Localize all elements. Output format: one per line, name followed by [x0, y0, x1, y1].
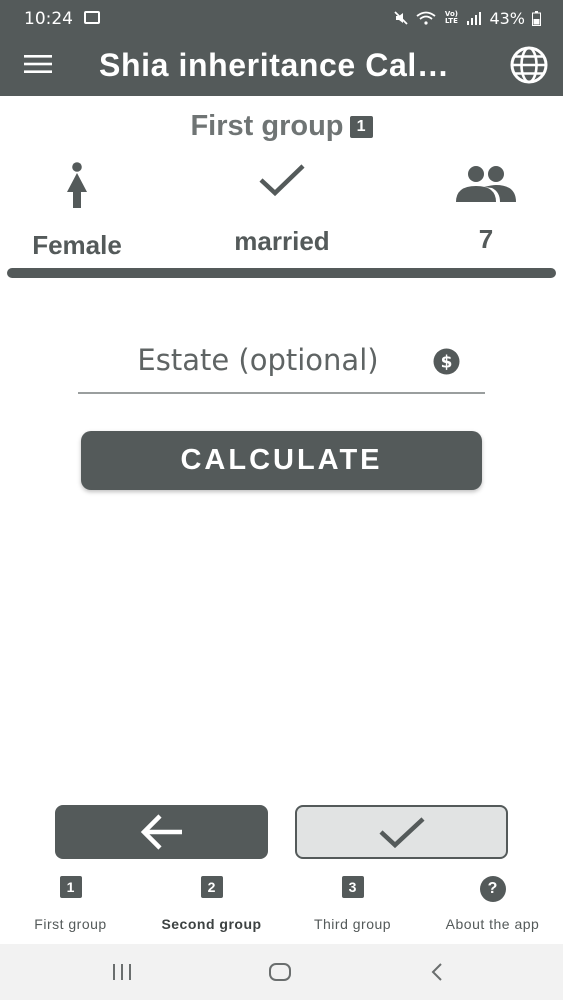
estate-input[interactable]: [78, 330, 438, 390]
check-icon: [378, 817, 425, 849]
estate-field[interactable]: $: [78, 330, 485, 394]
group-header: First group 1: [0, 110, 563, 143]
check-icon: [259, 164, 305, 197]
first-group-icon: 1: [59, 876, 82, 898]
nav-item-second-group[interactable]: 2 Second group: [141, 876, 282, 932]
nav-item-about[interactable]: ? About the app: [422, 876, 563, 932]
bottom-nav: 1 First group 2 Second group 3 Third gro…: [0, 866, 563, 944]
battery-icon: [532, 10, 541, 26]
wifi-icon: [416, 11, 436, 25]
nav-item-first-group[interactable]: 1 First group: [0, 876, 141, 932]
divider: [7, 268, 556, 278]
summary-gender[interactable]: Female: [2, 160, 152, 261]
status-bar: 10:24 Vo) LTE 43%: [0, 0, 563, 34]
female-icon: [67, 162, 87, 208]
group-badge: 1: [349, 115, 373, 138]
next-button[interactable]: [295, 805, 508, 859]
app-title: Shia inheritance Cal…: [99, 47, 450, 83]
svg-text:$: $: [441, 353, 453, 373]
summary-heirs[interactable]: 7: [411, 160, 561, 255]
marital-status-label: married: [234, 226, 330, 256]
mute-icon: [394, 11, 409, 25]
gender-label: Female: [32, 230, 122, 260]
people-icon: [456, 166, 516, 202]
image-notification-icon: [84, 11, 100, 24]
nav-label-about: About the app: [445, 916, 540, 932]
calculate-button[interactable]: CALCULATE: [81, 431, 482, 490]
system-nav-bar: [0, 944, 563, 1000]
help-icon: ?: [479, 876, 506, 902]
app-bar: Shia inheritance Cal…: [0, 34, 563, 96]
battery-percent: 43%: [489, 8, 525, 28]
second-group-icon: 2: [200, 876, 223, 898]
menu-icon[interactable]: [24, 54, 52, 74]
status-icons: Vo) LTE 43%: [393, 8, 541, 28]
back-button[interactable]: [55, 805, 268, 859]
recents-icon[interactable]: [111, 962, 133, 982]
home-icon[interactable]: [268, 962, 292, 982]
lte-indicator: Vo) LTE: [444, 10, 458, 25]
globe-icon[interactable]: [507, 46, 551, 84]
nav-label-second-group: Second group: [161, 916, 262, 932]
status-time: 10:24: [24, 9, 73, 29]
arrow-left-icon: [140, 814, 182, 850]
signal-icon: [467, 12, 482, 25]
nav-label-third-group: Third group: [313, 916, 392, 932]
heirs-count-label: 7: [478, 224, 494, 254]
dollar-icon: $: [433, 348, 460, 375]
back-nav-icon[interactable]: [429, 962, 445, 982]
group-title: First group: [190, 110, 344, 142]
nav-label-first-group: First group: [34, 916, 107, 932]
nav-item-third-group[interactable]: 3 Third group: [282, 876, 423, 932]
summary-marital[interactable]: married: [207, 160, 357, 257]
third-group-icon: 3: [341, 876, 364, 898]
